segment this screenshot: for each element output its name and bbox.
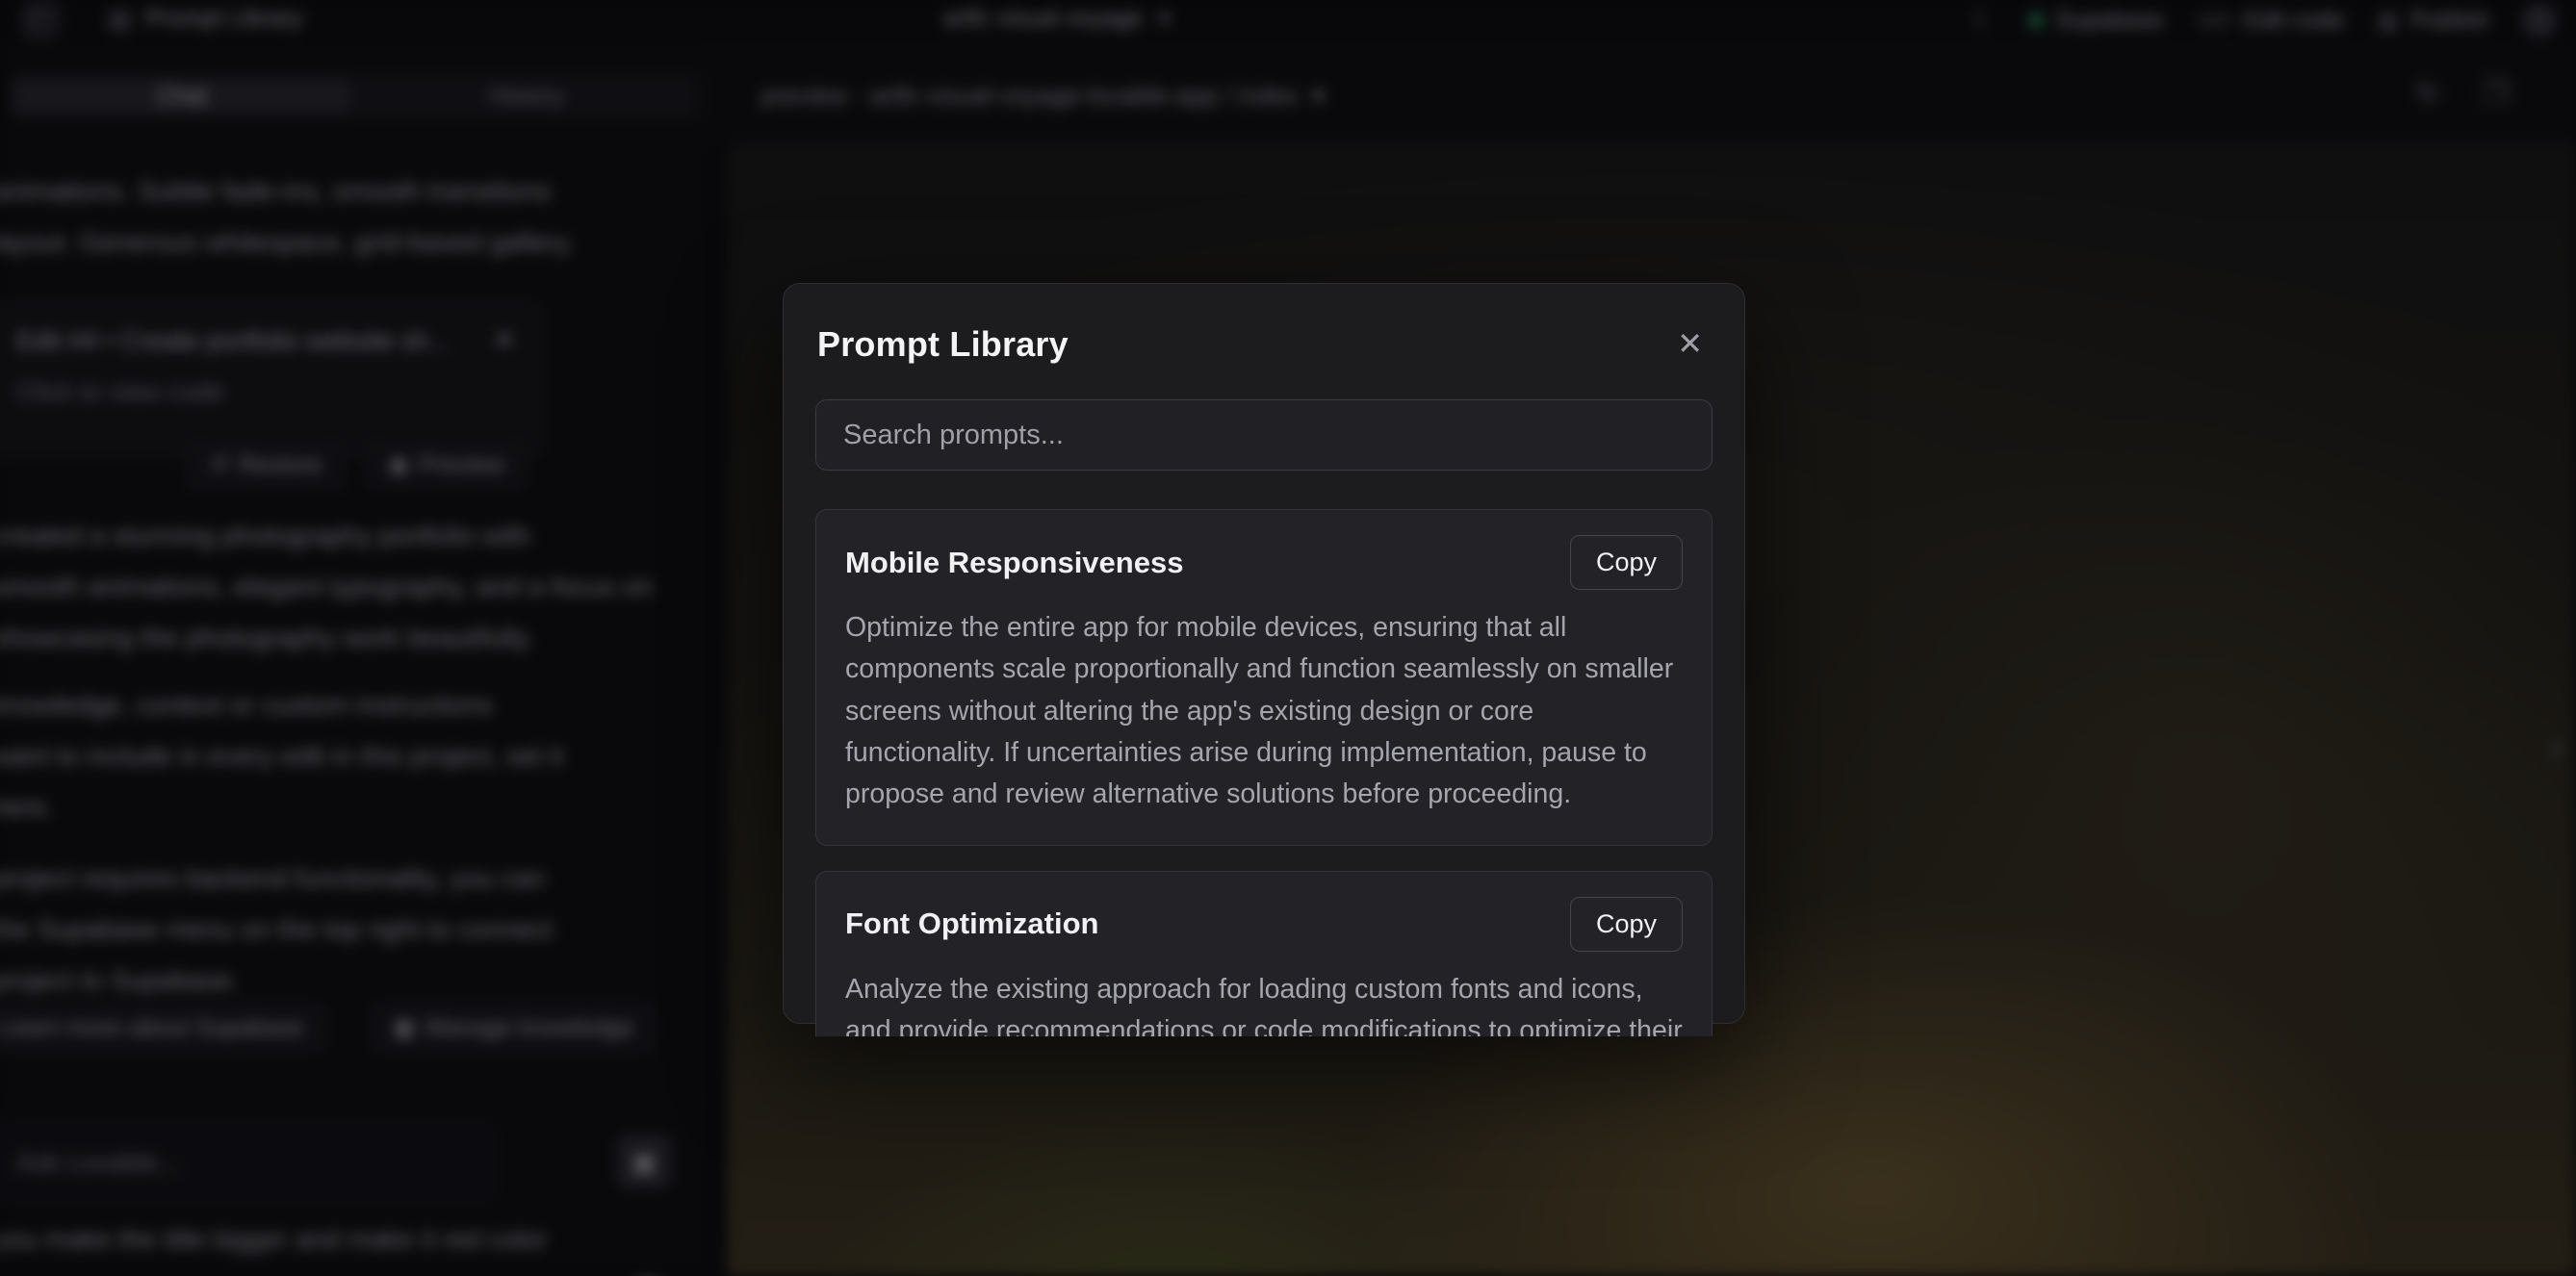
- prompt-title: Mobile Responsiveness: [845, 546, 1183, 580]
- copy-button[interactable]: Copy: [1570, 897, 1683, 952]
- prompt-title: Font Optimization: [845, 906, 1098, 941]
- search-box: [815, 399, 1713, 471]
- copy-button[interactable]: Copy: [1570, 535, 1683, 590]
- modal-title: Prompt Library: [817, 324, 1069, 365]
- search-input[interactable]: [816, 420, 1712, 451]
- prompt-list: Mobile Responsiveness Copy Optimize the …: [815, 509, 1713, 1036]
- prompt-card-mobile-responsiveness: Mobile Responsiveness Copy Optimize the …: [815, 509, 1713, 846]
- close-icon[interactable]: ✕: [1669, 324, 1711, 363]
- prompt-description: Optimize the entire app for mobile devic…: [845, 607, 1683, 816]
- prompt-description: Analyze the existing approach for loadin…: [845, 969, 1683, 1036]
- prompt-card-font-optimization: Font Optimization Copy Analyze the exist…: [815, 871, 1713, 1036]
- prompt-library-modal: Prompt Library ✕ Mobile Responsiveness C…: [783, 283, 1745, 1024]
